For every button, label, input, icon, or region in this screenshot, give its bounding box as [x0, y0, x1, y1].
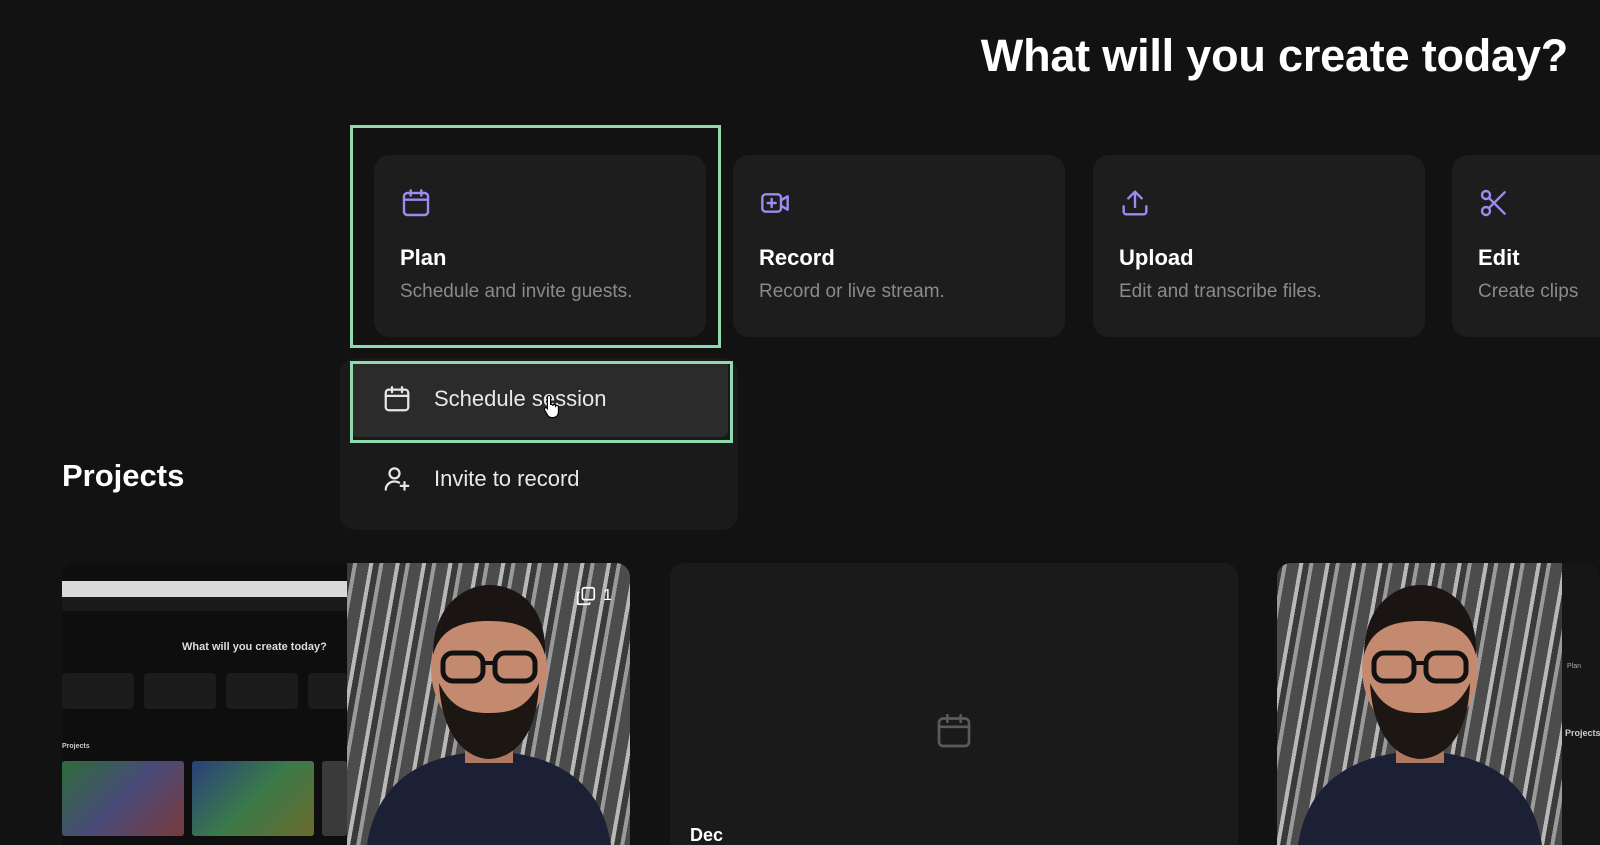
upload-card[interactable]: Upload Edit and transcribe files. [1093, 155, 1425, 337]
preview-card [308, 673, 347, 709]
edit-card-description: Create clips [1478, 281, 1579, 302]
record-card-title: Record [759, 245, 835, 270]
upload-card-title: Upload [1119, 245, 1194, 270]
preview-tile [62, 761, 184, 836]
browser-tab-bar [62, 581, 347, 597]
calendar-icon [937, 713, 971, 748]
edit-card-title: Edit [1478, 245, 1520, 270]
user-plus-icon [382, 464, 412, 494]
screen-recording-preview: What will you create today? Projects [62, 563, 347, 845]
page-title: What will you create today? [980, 30, 1568, 81]
preview-tile [322, 761, 347, 836]
preview-title: What will you create today? [182, 641, 327, 653]
preview-tile [192, 761, 314, 836]
projects-heading: Projects [62, 458, 185, 493]
plan-dropdown-menu: Schedule session Invite to record [340, 358, 738, 530]
scissors-icon [1478, 187, 1510, 219]
calendar-icon [400, 187, 432, 219]
record-card-description: Record or live stream. [759, 281, 945, 302]
menu-item-label: Invite to record [434, 466, 580, 491]
edit-card[interactable]: Edit Create clips [1452, 155, 1600, 337]
preview-card [226, 673, 298, 709]
upload-card-description: Edit and transcribe files. [1119, 281, 1322, 302]
menu-item-invite-to-record[interactable]: Invite to record [350, 441, 728, 517]
preview-plan-label: Plan [1567, 663, 1582, 670]
scheduled-date-label: Dec [690, 825, 724, 845]
presenter-avatar [1298, 585, 1542, 845]
plan-card[interactable]: Plan Schedule and invite guests. [374, 155, 706, 337]
project-thumbnail[interactable]: Plan Projects [1277, 563, 1600, 845]
preview-projects-label: Projects [62, 743, 90, 750]
clip-count-badge: 1 [575, 585, 612, 607]
clips-icon [577, 586, 596, 606]
browser-url-bar [62, 597, 347, 611]
preview-projects-label: Projects [1565, 728, 1600, 738]
record-card[interactable]: Record Record or live stream. [733, 155, 1065, 337]
calendar-icon [382, 384, 412, 414]
menu-item-schedule-session[interactable]: Schedule session [350, 361, 728, 437]
clip-count: 1 [603, 587, 612, 604]
upload-icon [1119, 187, 1151, 219]
menu-item-label: Schedule session [434, 386, 607, 411]
plan-card-description: Schedule and invite guests. [400, 281, 633, 302]
presenter-video [1277, 563, 1562, 845]
pointer-cursor-icon [543, 394, 559, 418]
preview-card [62, 673, 134, 709]
plan-card-title: Plan [400, 245, 447, 270]
video-plus-icon [759, 187, 791, 219]
preview-card [144, 673, 216, 709]
screen-recording-preview [1562, 563, 1600, 845]
project-thumbnail[interactable]: What will you create today? Projects 1 [62, 563, 630, 845]
project-thumbnail[interactable]: Dec [670, 563, 1238, 845]
